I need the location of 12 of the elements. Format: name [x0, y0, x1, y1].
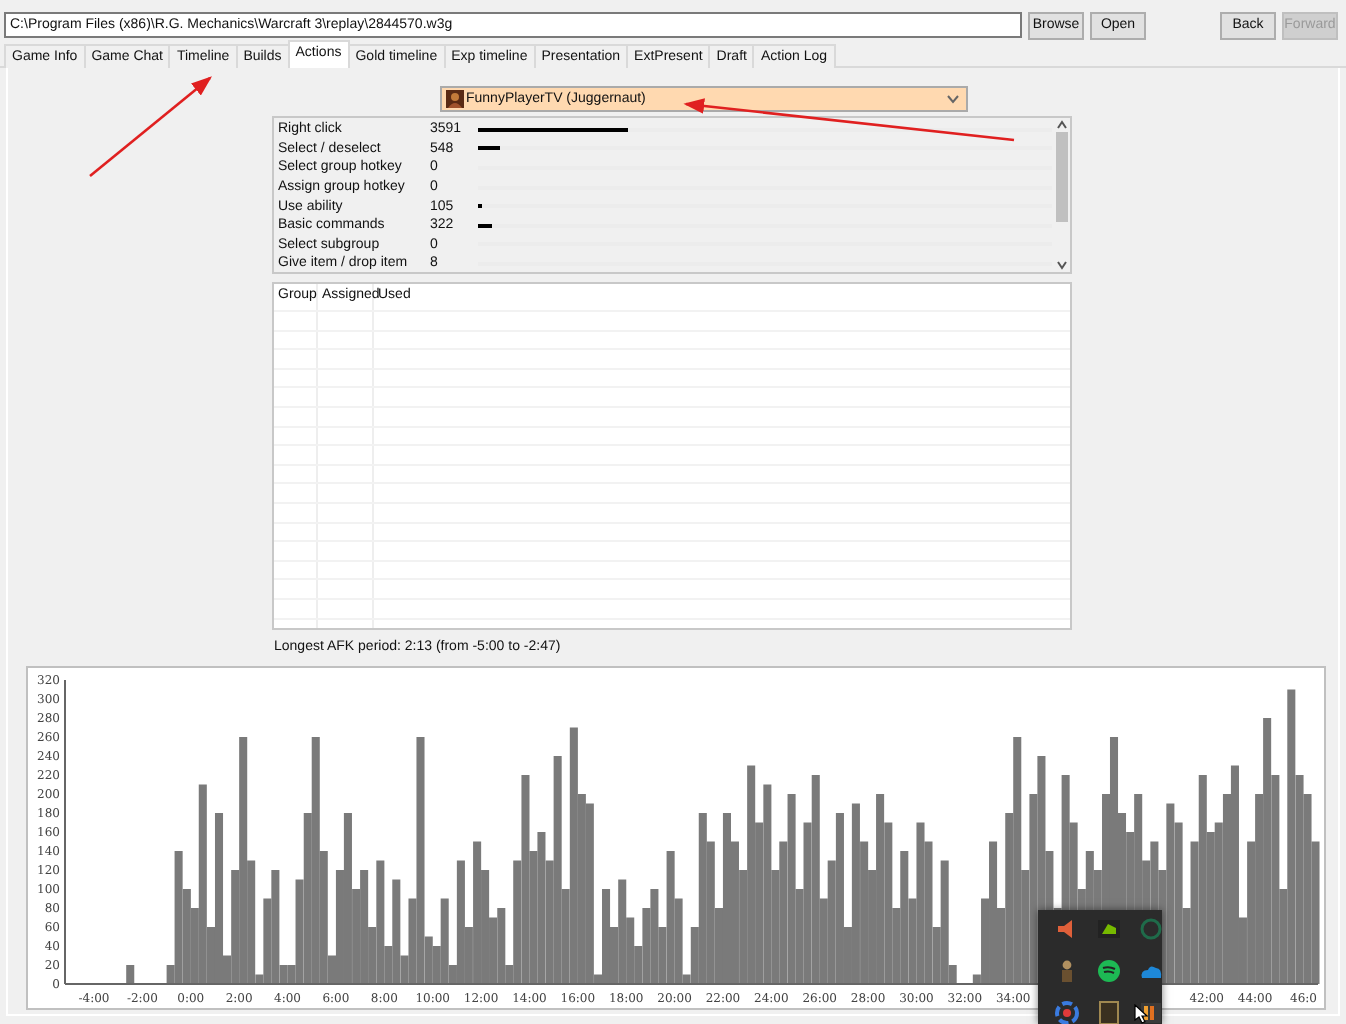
- cursor-icon: [1134, 1004, 1148, 1024]
- scrollbar[interactable]: [1052, 118, 1070, 272]
- book-icon[interactable]: [1096, 1000, 1122, 1024]
- swirl-icon[interactable]: [1054, 1000, 1080, 1024]
- arrow: [89, 76, 212, 177]
- bar: [126, 965, 135, 984]
- chip-icon[interactable]: [1096, 916, 1122, 942]
- caret-icon[interactable]: [1053, 118, 1069, 132]
- caret-icon[interactable]: [1053, 258, 1069, 272]
- disc-icon[interactable]: [1096, 958, 1122, 984]
- caret-icon: [946, 94, 960, 104]
- portrait-icon: [446, 90, 464, 108]
